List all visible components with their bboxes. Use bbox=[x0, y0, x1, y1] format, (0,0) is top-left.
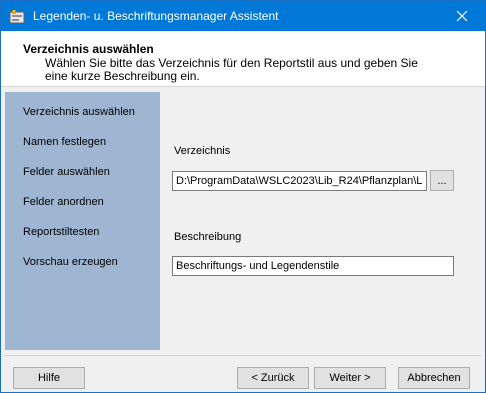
sidebar-item-vorschau-erzeugen: Vorschau erzeugen bbox=[23, 256, 118, 268]
title-bar[interactable]: Legenden- u. Beschriftungsmanager Assist… bbox=[1, 1, 485, 31]
help-button[interactable]: Hilfe bbox=[13, 367, 85, 389]
window-title: Legenden- u. Beschriftungsmanager Assist… bbox=[33, 9, 279, 23]
sidebar-item-felder-auswaehlen: Felder auswählen bbox=[23, 166, 110, 178]
steps-sidebar: Verzeichnis auswählen Namen festlegen Fe… bbox=[5, 92, 160, 350]
directory-label: Verzeichnis bbox=[174, 145, 231, 157]
back-button[interactable]: < Zurück bbox=[237, 367, 309, 389]
step-title: Verzeichnis auswählen bbox=[23, 42, 154, 56]
step-content: Verzeichnis D:\ProgramData\WSLC2023\Lib_… bbox=[160, 92, 483, 350]
description-input[interactable]: Beschriftungs- und Legendenstile bbox=[172, 256, 454, 276]
wizard-app-icon bbox=[9, 9, 25, 24]
wizard-window: Legenden- u. Beschriftungsmanager Assist… bbox=[0, 0, 486, 393]
footer-divider bbox=[5, 355, 481, 356]
description-label: Beschreibung bbox=[174, 231, 242, 243]
next-button[interactable]: Weiter > bbox=[314, 367, 386, 389]
close-icon bbox=[456, 10, 468, 22]
cancel-button[interactable]: Abbrechen bbox=[398, 367, 470, 389]
sidebar-item-reportstil-testen: Reportstiltesten bbox=[23, 226, 100, 238]
step-description: Wählen Sie bitte das Verzeichnis für den… bbox=[45, 56, 418, 83]
wizard-header: Verzeichnis auswählen Wählen Sie bitte d… bbox=[1, 31, 485, 87]
close-button[interactable] bbox=[439, 1, 485, 31]
sidebar-item-namen-festlegen: Namen festlegen bbox=[23, 136, 107, 148]
sidebar-item-felder-anordnen: Felder anordnen bbox=[23, 196, 104, 208]
browse-button[interactable]: ... bbox=[430, 170, 454, 191]
directory-input[interactable]: D:\ProgramData\WSLC2023\Lib_R24\Pflanzpl… bbox=[172, 171, 427, 191]
sidebar-item-verzeichnis-auswaehlen: Verzeichnis auswählen bbox=[23, 106, 135, 118]
